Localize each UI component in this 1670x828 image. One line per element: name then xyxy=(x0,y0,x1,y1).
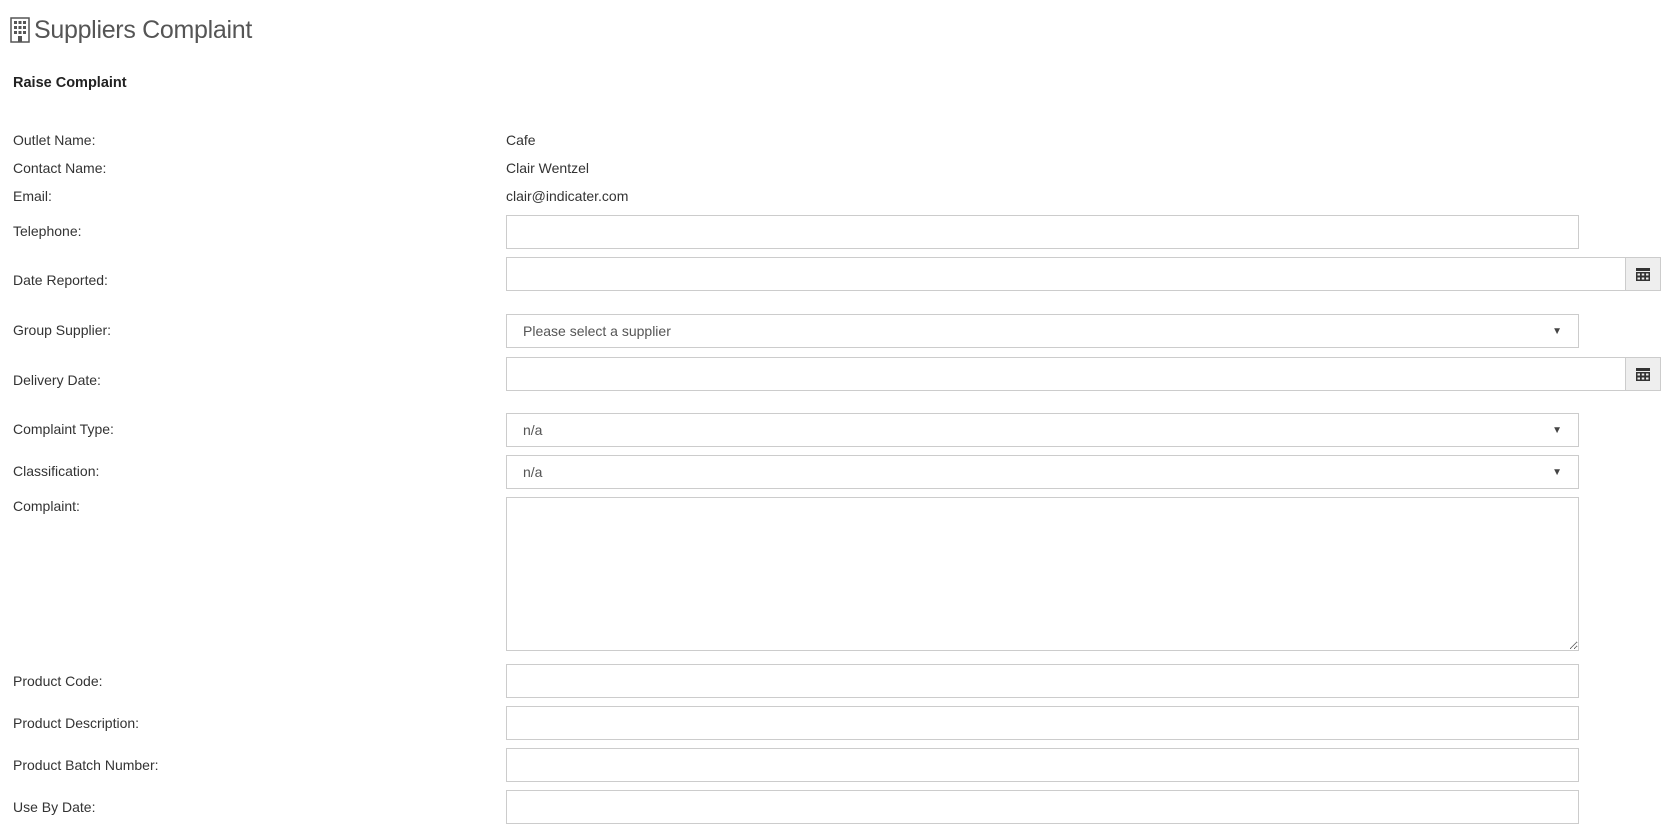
outlet-name-value: Cafe xyxy=(506,132,536,148)
page-title: Suppliers Complaint xyxy=(34,15,253,44)
building-icon xyxy=(10,17,30,43)
complaint-type-select[interactable]: n/a ▼ xyxy=(506,413,1579,447)
contact-name-label: Contact Name: xyxy=(13,160,107,176)
caret-down-icon: ▼ xyxy=(1552,466,1562,478)
telephone-input[interactable] xyxy=(506,215,1579,249)
date-reported-calendar-button[interactable] xyxy=(1626,257,1661,291)
delivery-date-calendar-button[interactable] xyxy=(1626,357,1661,391)
group-supplier-select[interactable]: Please select a supplier ▼ xyxy=(506,314,1579,348)
product-code-label: Product Code: xyxy=(13,673,103,689)
product-description-label: Product Description: xyxy=(13,715,140,731)
email-label: Email: xyxy=(13,188,52,204)
contact-name-value: Clair Wentzel xyxy=(506,160,589,176)
complaint-label: Complaint: xyxy=(13,498,80,514)
use-by-date-input[interactable] xyxy=(506,790,1579,824)
complaint-type-selected: n/a xyxy=(523,422,543,438)
email-value: clair@indicater.com xyxy=(506,188,629,204)
caret-down-icon: ▼ xyxy=(1552,424,1562,436)
product-batch-number-input[interactable] xyxy=(506,748,1579,782)
product-code-input[interactable] xyxy=(506,664,1579,698)
product-description-input[interactable] xyxy=(506,706,1579,740)
calendar-icon xyxy=(1636,267,1650,281)
section-title: Raise Complaint xyxy=(13,75,127,91)
complaint-type-label: Complaint Type: xyxy=(13,421,114,437)
complaint-textarea[interactable] xyxy=(506,497,1579,651)
product-batch-number-label: Product Batch Number: xyxy=(13,757,159,773)
classification-selected: n/a xyxy=(523,464,543,480)
delivery-date-input[interactable] xyxy=(506,357,1626,391)
outlet-name-label: Outlet Name: xyxy=(13,132,96,148)
calendar-icon xyxy=(1636,367,1650,381)
telephone-label: Telephone: xyxy=(13,223,82,239)
group-supplier-label: Group Supplier: xyxy=(13,322,112,338)
use-by-date-label: Use By Date: xyxy=(13,799,96,815)
date-reported-group xyxy=(506,257,1661,291)
page-header: Suppliers Complaint xyxy=(10,14,252,46)
delivery-date-label: Delivery Date: xyxy=(13,372,101,388)
group-supplier-selected: Please select a supplier xyxy=(523,323,671,339)
classification-label: Classification: xyxy=(13,463,100,479)
delivery-date-group xyxy=(506,357,1661,391)
date-reported-input[interactable] xyxy=(506,257,1626,291)
classification-select[interactable]: n/a ▼ xyxy=(506,455,1579,489)
caret-down-icon: ▼ xyxy=(1552,325,1562,337)
date-reported-label: Date Reported: xyxy=(13,272,108,288)
